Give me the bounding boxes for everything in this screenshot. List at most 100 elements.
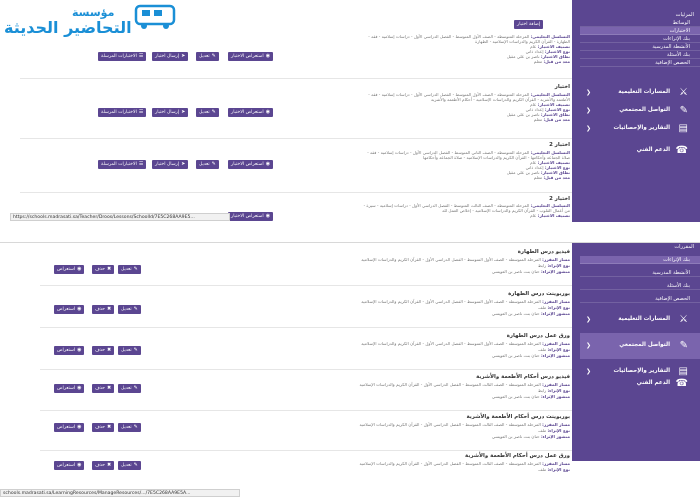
card-title: بوربوينت درس الطهارة xyxy=(508,291,570,297)
view-resource-button[interactable]: ◉استعراض xyxy=(54,265,85,274)
edit-icon: ✎ xyxy=(133,266,138,272)
headset-icon: ☎ xyxy=(675,378,688,389)
edit-resource-button[interactable]: ✎تعديل xyxy=(118,346,141,355)
edit-resource-button[interactable]: ✎تعديل xyxy=(118,461,141,470)
view-test-button[interactable]: ◉استعراض الاختبار xyxy=(228,212,274,221)
sent-tests-button[interactable]: ☰الاختبارات المرسلة xyxy=(98,52,147,61)
sidebar-item-community[interactable]: ✎ التواصل المجتمعي ❮ xyxy=(580,333,700,359)
edit-resource-button[interactable]: ✎تعديل xyxy=(118,265,141,274)
btn-label: استعراض الاختبار xyxy=(231,110,264,115)
sidebar-item-support[interactable]: ☎ الدعم الفني xyxy=(580,138,700,164)
view-resource-button[interactable]: ◉استعراض xyxy=(54,384,85,393)
sidebar-top-item[interactable]: المقررات xyxy=(674,244,694,250)
edit-icon: ✎ xyxy=(211,161,216,167)
card-seq: مسار المقرر: المرحلة المتوسطة - الصف الأ… xyxy=(361,341,570,346)
delete-resource-button[interactable]: ✖حذف xyxy=(92,423,115,432)
delete-resource-button[interactable]: ✖حذف xyxy=(92,305,115,314)
btn-label: تعديل xyxy=(121,267,132,272)
sidebar-sub-media[interactable]: الوسائط xyxy=(580,19,700,27)
delete-resource-button[interactable]: ✖حذف xyxy=(92,461,115,470)
send-test-button[interactable]: ➤إرسال اختبار xyxy=(152,52,189,61)
sent-tests-button[interactable]: ☰الاختبارات المرسلة xyxy=(98,108,147,117)
card-title: فيديو درس الطهارة xyxy=(517,249,570,255)
sidebar-item-label: الدعم الفني xyxy=(636,147,670,153)
type-value: رابط xyxy=(537,388,547,393)
view-resource-button[interactable]: ◉استعراض xyxy=(54,305,85,314)
edit-test-button[interactable]: ✎تعديل xyxy=(196,160,219,169)
btn-label: تعديل xyxy=(121,348,132,353)
edit-icon: ✎ xyxy=(211,53,216,59)
eye-icon: ◉ xyxy=(77,306,82,312)
sidebar-sub-enrich[interactable]: بنك الإثراءات xyxy=(580,256,700,264)
sidebar-top-item[interactable]: المرئيات xyxy=(676,12,694,18)
eye-icon: ◉ xyxy=(77,424,82,430)
view-resource-button[interactable]: ◉استعراض xyxy=(54,423,85,432)
card-title: ورق عمل درس الطهارة xyxy=(506,333,570,339)
sent-tests-button[interactable]: ☰الاختبارات المرسلة xyxy=(98,160,147,169)
btn-label: الاختبارات المرسلة xyxy=(101,110,137,115)
delete-resource-button[interactable]: ✖حذف xyxy=(92,346,115,355)
view-resource-button[interactable]: ◉استعراض xyxy=(54,461,85,470)
view-resource-button[interactable]: ◉استعراض xyxy=(54,346,85,355)
sidebar-sub-extra-lessons[interactable]: الحصص الإضافية xyxy=(580,295,700,303)
edit-resource-button[interactable]: ✎تعديل xyxy=(118,423,141,432)
trash-icon: ✖ xyxy=(107,306,112,312)
sidebar-sub-question-bank[interactable]: بنك الأسئلة xyxy=(580,282,700,290)
sidebar-sub-question-bank[interactable]: بنك الأسئلة xyxy=(580,51,700,59)
sidebar-sub-activities[interactable]: الأنشطة المدرسية xyxy=(580,269,700,277)
type-label: نوع الإثراء: xyxy=(547,347,571,352)
sidebar-sub-tests[interactable]: الاختبارات xyxy=(580,27,700,35)
card-by: معد من قبل: معلم xyxy=(534,59,570,64)
card-type: نوع الإثراء: رابط xyxy=(538,388,570,393)
edit-icon: ✎ xyxy=(133,462,138,468)
edit-resource-button[interactable]: ✎تعديل xyxy=(118,384,141,393)
card-pub: منشور الإثراء: حنان بنت ناصر بن العويسي xyxy=(492,394,570,399)
card-title: اختبار 2 xyxy=(549,196,570,202)
list-icon: ☰ xyxy=(138,161,144,167)
trash-icon: ✖ xyxy=(107,347,112,353)
sidebar: المقررات بنك الإثراءات الأنشطة المدرسية … xyxy=(572,243,700,461)
panel-tests: مؤسسة التحاضير الحديثة إضافة اختبار المر… xyxy=(0,0,700,222)
send-test-button[interactable]: ➤إرسال اختبار xyxy=(152,108,189,117)
add-test-button[interactable]: إضافة اختبار xyxy=(514,20,544,29)
eye-icon: ◉ xyxy=(265,53,271,59)
card-type: نوع الإثراء: ملف xyxy=(538,305,570,310)
btn-label: تعديل xyxy=(121,307,132,312)
seq-value: المرحلة المتوسطة - الصف الثالث المتوسط -… xyxy=(359,461,541,466)
delete-resource-button[interactable]: ✖حذف xyxy=(92,265,115,274)
send-icon: ➤ xyxy=(181,53,186,59)
sidebar-sub-extra-lessons[interactable]: الحصص الإضافية xyxy=(580,59,700,67)
btn-label: حذف xyxy=(95,425,106,430)
edit-test-button[interactable]: ✎تعديل xyxy=(196,52,219,61)
sidebar-item-learning-paths[interactable]: ⚔ المسارات التعليمية ❮ xyxy=(580,307,700,333)
status-bar-url: https://schools.madrasati.sa/Teacher/Dro… xyxy=(10,213,230,221)
pub-value: حنان بنت ناصر بن العويسي xyxy=(491,353,540,358)
card-seq: مسار المقرر: المرحلة المتوسطة - الصف الث… xyxy=(359,422,570,427)
seq-value: المرحلة المتوسطة - الصف الأول المتوسط - … xyxy=(361,341,541,346)
card-title: اختبار 2 xyxy=(549,142,570,148)
send-test-button[interactable]: ➤إرسال اختبار xyxy=(152,160,189,169)
btn-label: حذف xyxy=(95,348,106,353)
card-type: نوع الإثراء: ملف xyxy=(538,428,570,433)
sidebar-sub-activities[interactable]: الأنشطة المدرسية xyxy=(580,43,700,51)
seq-value: المرحلة المتوسطة - الصف الثالث المتوسط -… xyxy=(359,382,541,387)
view-test-button[interactable]: ◉استعراض الاختبار xyxy=(228,160,274,169)
edit-test-button[interactable]: ✎تعديل xyxy=(196,108,219,117)
btn-label: إرسال اختبار xyxy=(155,162,180,167)
seq-label: مسار المقرر: xyxy=(542,299,570,304)
panel-gap xyxy=(0,222,700,242)
seq-label: مسار المقرر: xyxy=(542,257,570,262)
divider xyxy=(40,369,572,370)
card-by: معد من قبل: معلم xyxy=(534,175,570,180)
card-pub: منشور الإثراء: حنان بنت ناصر بن العويسي xyxy=(492,353,570,358)
view-test-button[interactable]: ◉استعراض الاختبار xyxy=(228,52,274,61)
pub-value: حنان بنت ناصر بن العويسي xyxy=(491,394,540,399)
sidebar-sub-enrich[interactable]: بنك الإثراءات xyxy=(580,35,700,43)
delete-resource-button[interactable]: ✖حذف xyxy=(92,384,115,393)
edit-resource-button[interactable]: ✎تعديل xyxy=(118,305,141,314)
type-value: ملف xyxy=(538,305,547,310)
btn-label: استعراض الاختبار xyxy=(231,54,264,59)
status-bar-url: schools.madrasati.sa/LearningResources/M… xyxy=(0,489,240,497)
view-test-button[interactable]: ◉استعراض الاختبار xyxy=(228,108,274,117)
sidebar-item-support[interactable]: ☎ الدعم الفني xyxy=(580,371,700,397)
